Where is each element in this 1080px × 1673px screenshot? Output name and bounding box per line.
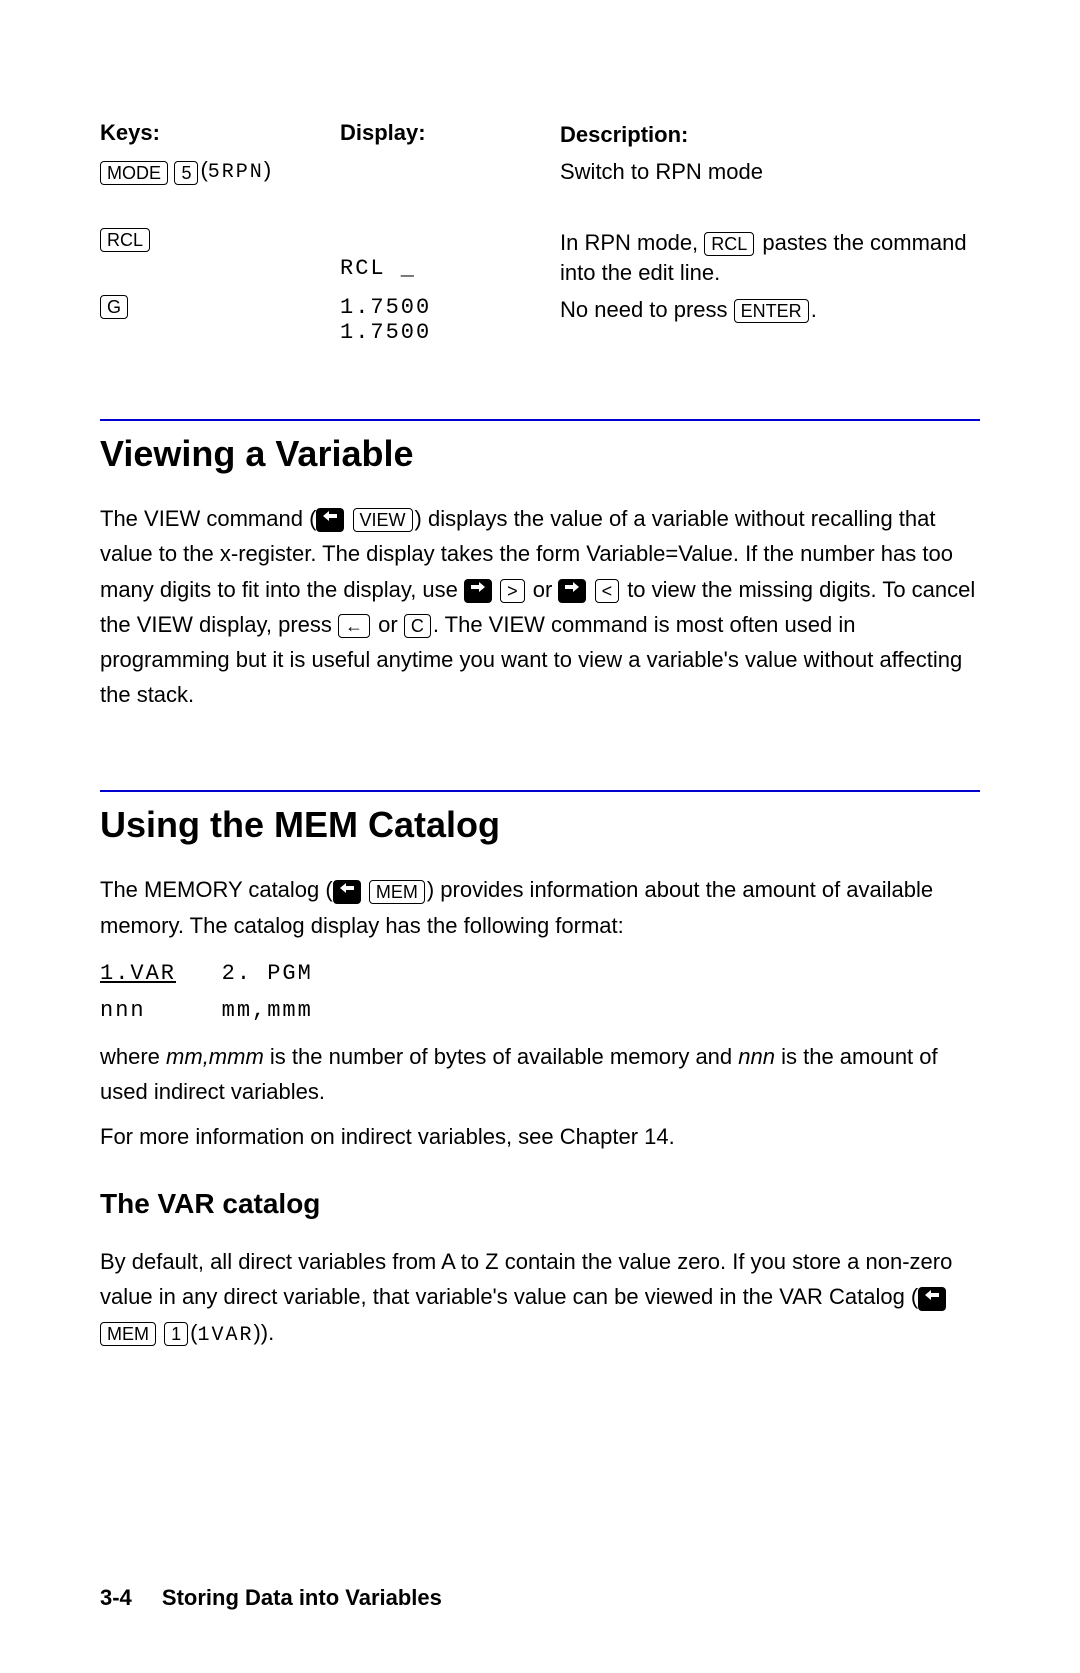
section2-body3: For more information on indirect variabl… xyxy=(100,1119,980,1154)
subsection-title: The VAR catalog xyxy=(100,1188,980,1220)
mmmmm-text: mm,mmm xyxy=(222,998,313,1023)
section-divider xyxy=(100,419,980,421)
display-cell: 1.7500 1.7500 xyxy=(340,295,560,345)
desc-text: Switch to RPN mode xyxy=(560,159,763,184)
keys-cell: MODE 5(5RPN) xyxy=(100,157,340,185)
right-shift-icon xyxy=(464,579,492,603)
section-divider xyxy=(100,790,980,792)
section2-body2: where mm,mmm is the number of bytes of a… xyxy=(100,1039,980,1109)
right-arrow-key: > xyxy=(500,579,525,603)
enter-key: ENTER xyxy=(734,299,809,323)
display-text-a: 1.7500 xyxy=(340,295,560,320)
page-number: 3-4 xyxy=(100,1585,132,1610)
footer-title: Storing Data into Variables xyxy=(162,1585,442,1610)
text: By default, all direct variables from A … xyxy=(100,1249,952,1309)
rcl-key: RCL xyxy=(100,228,150,252)
nnn-text: nnn xyxy=(100,998,146,1023)
table-row: MODE 5(5RPN) Switch to RPN mode xyxy=(100,157,980,188)
view-key: VIEW xyxy=(353,508,413,532)
display-text: RCL _ xyxy=(340,256,416,281)
backspace-key: ← xyxy=(338,614,370,638)
rpn-label: 5RPN xyxy=(208,161,264,184)
left-shift-icon xyxy=(918,1287,946,1311)
table-header-row: Keys: Display: Description: xyxy=(100,120,980,151)
desc-cell: No need to press ENTER. xyxy=(560,295,980,326)
left-shift-icon xyxy=(316,508,344,532)
catalog-display-line2: nnn mm,mmm xyxy=(100,998,980,1023)
text: )). xyxy=(253,1320,274,1345)
right-shift-icon xyxy=(558,579,586,603)
keys-cell: RCL xyxy=(100,228,340,252)
desc-text-a: In RPN mode, xyxy=(560,230,704,255)
table-row: G 1.7500 1.7500 No need to press ENTER. xyxy=(100,295,980,345)
display-text-b: 1.7500 xyxy=(340,320,560,345)
five-key: 5 xyxy=(174,161,198,185)
left-arrow-key: < xyxy=(595,579,620,603)
section-title: Using the MEM Catalog xyxy=(100,804,980,846)
text: or xyxy=(372,612,404,637)
text: is the number of bytes of available memo… xyxy=(264,1044,738,1069)
section1-body: The VIEW command ( VIEW) displays the va… xyxy=(100,501,980,712)
desc-text-a: No need to press xyxy=(560,297,734,322)
page-footer: 3-4 Storing Data into Variables xyxy=(100,1585,442,1611)
text: The VIEW command ( xyxy=(100,506,316,531)
desc-cell: In RPN mode, RCL pastes the command into… xyxy=(560,228,980,290)
text: or xyxy=(527,577,559,602)
desc-text-b: . xyxy=(811,297,817,322)
mem-key: MEM xyxy=(369,880,425,904)
var-label: 1VAR xyxy=(197,1324,253,1347)
one-key: 1 xyxy=(164,1322,188,1346)
display-cell: RCL _ xyxy=(340,228,560,281)
keys-cell: G xyxy=(100,295,340,319)
var-option: 1.VAR xyxy=(100,961,176,986)
table-row: RCL RCL _ In RPN mode, RCL pastes the co… xyxy=(100,228,980,290)
section-title: Viewing a Variable xyxy=(100,433,980,475)
rcl-key-inline: RCL xyxy=(704,232,754,256)
italic-text: nnn xyxy=(738,1044,775,1069)
desc-cell: Switch to RPN mode xyxy=(560,157,980,188)
italic-text: mm,mmm xyxy=(166,1044,264,1069)
mode-key: MODE xyxy=(100,161,168,185)
header-keys: Keys: xyxy=(100,120,340,146)
mem-key: MEM xyxy=(100,1322,156,1346)
left-shift-icon xyxy=(333,880,361,904)
section2-body1: The MEMORY catalog ( MEM) provides infor… xyxy=(100,872,980,942)
text: where xyxy=(100,1044,166,1069)
catalog-display-line1: 1.VAR 2. PGM xyxy=(100,961,980,986)
pgm-option: 2. PGM xyxy=(222,961,313,986)
header-desc: Description: xyxy=(560,120,980,151)
g-key: G xyxy=(100,295,128,319)
keystroke-table: Keys: Display: Description: MODE 5(5RPN)… xyxy=(100,120,980,345)
header-display: Display: xyxy=(340,120,560,146)
section3-body: By default, all direct variables from A … xyxy=(100,1244,980,1351)
text: The MEMORY catalog ( xyxy=(100,877,333,902)
c-key: C xyxy=(404,614,431,638)
